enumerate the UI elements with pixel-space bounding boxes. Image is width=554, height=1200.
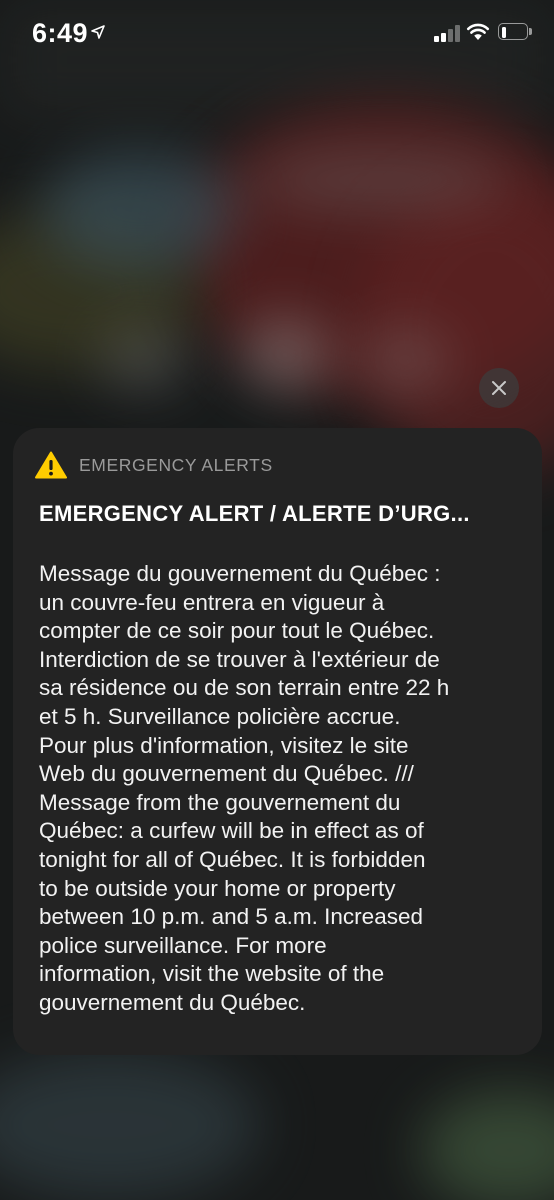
body-line: sa résidence ou de son terrain entre 22 … bbox=[39, 675, 450, 701]
notification-header: EMERGENCY ALERTS bbox=[35, 450, 273, 480]
body-line: compter de ce soir pour tout le Québec. bbox=[39, 618, 435, 644]
body-line: to be outside your home or property bbox=[39, 875, 396, 901]
body-line: Web du gouvernement du Québec. /// bbox=[39, 761, 414, 787]
status-time: 6:49 bbox=[32, 18, 89, 48]
signal-icon bbox=[434, 24, 460, 42]
body-line: Interdiction de se trouver à l'extérieur… bbox=[39, 646, 440, 672]
body-line: Message du gouvernement du Québec : bbox=[39, 561, 441, 586]
body-line: information, visit the website of the bbox=[39, 961, 385, 987]
lock-screen: 6:49 EMERGENCY ALERTS EMERGENCY ALERT / … bbox=[0, 0, 554, 1200]
app-name: EMERGENCY ALERTS bbox=[79, 454, 273, 475]
status-bar: 6:49 bbox=[0, 0, 554, 70]
body-line: Québec: a curfew will be in effect as of bbox=[39, 818, 424, 844]
body-line: between 10 p.m. and 5 a.m. Increased bbox=[39, 904, 423, 930]
body-line: Pour plus d'information, visitez le site bbox=[39, 732, 409, 758]
warning-triangle-icon bbox=[35, 451, 67, 479]
battery-icon bbox=[498, 23, 532, 40]
body-line: tonight for all of Québec. It is forbidd… bbox=[39, 846, 426, 872]
location-arrow-icon bbox=[91, 25, 105, 44]
emergency-alert-notification[interactable]: EMERGENCY ALERTS EMERGENCY ALERT / ALERT… bbox=[13, 428, 542, 1055]
body-line: police surveillance. For more bbox=[39, 932, 327, 958]
body-line: Message from the gouvernement du bbox=[39, 789, 401, 815]
notification-title: EMERGENCY ALERT / ALERTE D’URG... bbox=[39, 501, 470, 526]
wifi-icon bbox=[466, 22, 490, 46]
close-button[interactable] bbox=[479, 368, 519, 408]
body-line: un couvre-feu entrera en vigueur à bbox=[39, 589, 385, 615]
body-line: gouvernement du Québec. bbox=[39, 989, 306, 1015]
close-icon bbox=[492, 381, 506, 395]
notification-body: Message du gouvernement du Québec : un c… bbox=[39, 560, 531, 1018]
body-line: et 5 h. Surveillance policière accrue. bbox=[39, 703, 401, 729]
